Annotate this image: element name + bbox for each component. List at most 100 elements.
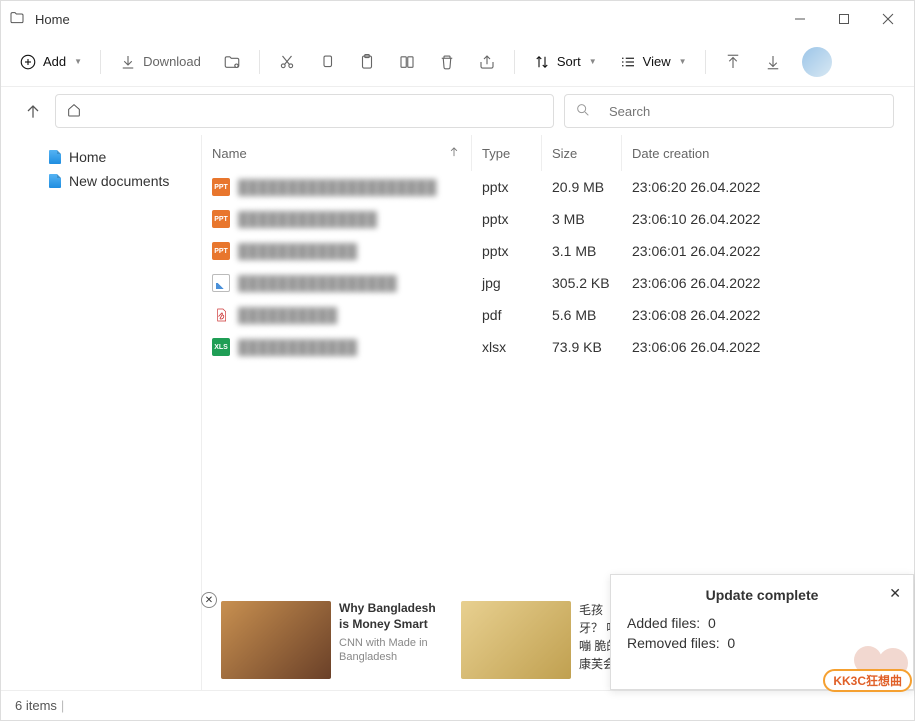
rename-button[interactable]	[390, 47, 424, 77]
file-size: 20.9 MB	[542, 179, 622, 195]
cut-button[interactable]	[270, 47, 304, 77]
sort-button[interactable]: Sort ▼	[525, 47, 605, 77]
search-icon	[575, 102, 591, 121]
ad-image	[221, 601, 331, 679]
file-type: jpg	[472, 275, 542, 291]
search-field[interactable]	[564, 94, 894, 128]
add-button[interactable]: Add ▼	[11, 47, 90, 77]
search-input[interactable]	[609, 104, 883, 119]
upload-toolbar-button[interactable]	[716, 47, 750, 77]
folder-icon	[9, 10, 25, 29]
chevron-down-icon: ▼	[679, 57, 687, 66]
col-header-size[interactable]: Size	[542, 135, 622, 171]
addressbar	[1, 87, 914, 135]
sidebar-item-label: Home	[69, 149, 106, 165]
separator	[705, 50, 706, 74]
col-header-type[interactable]: Type	[472, 135, 542, 171]
watermark: KK3C狂想曲	[852, 642, 912, 692]
file-type: xlsx	[472, 339, 542, 355]
add-label: Add	[43, 54, 66, 69]
file-type: pptx	[472, 179, 542, 195]
file-date: 23:06:06 26.04.2022	[622, 275, 782, 291]
sort-ascending-icon	[447, 145, 461, 162]
ad-item[interactable]: 毛孩 牙？ 嘎嘣 脆的 康芙会	[461, 601, 619, 679]
close-button[interactable]	[878, 9, 898, 29]
download-button[interactable]: Download	[111, 47, 209, 77]
notification-title: Update complete	[627, 587, 897, 603]
avatar[interactable]	[802, 47, 832, 77]
jpg-icon	[212, 274, 230, 292]
file-row[interactable]: ██████████ pdf5.6 MB23:06:08 26.04.2022	[202, 299, 914, 331]
added-files-line: Added files: 0	[627, 615, 897, 631]
paste-button[interactable]	[350, 47, 384, 77]
file-date: 23:06:08 26.04.2022	[622, 307, 782, 323]
file-date: 23:06:20 26.04.2022	[622, 179, 782, 195]
file-name: ████████████████████	[238, 179, 436, 195]
item-count: 6 items	[15, 698, 57, 713]
document-icon	[49, 174, 61, 188]
home-icon	[66, 102, 82, 121]
file-size: 73.9 KB	[542, 339, 622, 355]
close-icon[interactable]: ✕	[889, 585, 901, 602]
nav-up-button[interactable]	[21, 101, 45, 121]
download-label: Download	[143, 54, 201, 69]
maximize-button[interactable]	[834, 9, 854, 29]
ppt-icon: PPT	[212, 210, 230, 228]
sidebar-item-home[interactable]: Home	[49, 145, 201, 169]
sort-label: Sort	[557, 54, 581, 69]
xls-icon: XLS	[212, 338, 230, 356]
download-toolbar-button[interactable]	[756, 47, 790, 77]
file-date: 23:06:06 26.04.2022	[622, 339, 782, 355]
column-headers: Name Type Size Date creation	[202, 135, 914, 171]
separator	[514, 50, 515, 74]
ppt-icon: PPT	[212, 178, 230, 196]
separator	[100, 50, 101, 74]
copy-button[interactable]	[310, 47, 344, 77]
watermark-text: KK3C狂想曲	[823, 669, 912, 692]
new-folder-button[interactable]	[215, 47, 249, 77]
col-header-date[interactable]: Date creation	[622, 135, 782, 171]
file-type: pptx	[472, 211, 542, 227]
separator	[259, 50, 260, 74]
document-icon	[49, 150, 61, 164]
file-size: 5.6 MB	[542, 307, 622, 323]
file-row[interactable]: XLS ████████████ xlsx73.9 KB23:06:06 26.04…	[202, 331, 914, 363]
ad-title: Why Bangladesh is Money Smart	[339, 601, 436, 631]
window-title: Home	[35, 12, 70, 27]
ad-source: CNN with Made in Bangladesh	[339, 636, 449, 665]
file-name: ████████████	[238, 339, 357, 355]
file-name: ████████████	[238, 243, 357, 259]
sidebar: Home New documents	[1, 135, 201, 690]
file-row[interactable]: PPT ██████████████ pptx3 MB23:06:10 26.04.…	[202, 203, 914, 235]
file-size: 305.2 KB	[542, 275, 622, 291]
minimize-button[interactable]	[790, 9, 810, 29]
chevron-down-icon: ▼	[589, 57, 597, 66]
file-row[interactable]: PPT ████████████████████ pptx20.9 MB23:06:…	[202, 171, 914, 203]
file-date: 23:06:01 26.04.2022	[622, 243, 782, 259]
statusbar: 6 items |	[1, 690, 914, 720]
ppt-icon: PPT	[212, 242, 230, 260]
titlebar: Home	[1, 1, 914, 37]
sidebar-item-new-documents[interactable]: New documents	[49, 169, 201, 193]
ad-item[interactable]: Why Bangladesh is Money Smart CNN with M…	[221, 601, 449, 679]
file-date: 23:06:10 26.04.2022	[622, 211, 782, 227]
file-type: pdf	[472, 307, 542, 323]
file-name: ████████████████	[238, 275, 397, 291]
chevron-down-icon: ▼	[74, 57, 82, 66]
share-button[interactable]	[470, 47, 504, 77]
file-type: pptx	[472, 243, 542, 259]
ad-close-button[interactable]: ✕	[201, 592, 217, 608]
toolbar: Add ▼ Download Sort ▼ View ▼	[1, 37, 914, 87]
file-name: ██████████	[238, 307, 337, 323]
view-button[interactable]: View ▼	[611, 47, 695, 77]
file-row[interactable]: PPT████████████pptx3.1 MB23:06:01 26.04.…	[202, 235, 914, 267]
view-label: View	[643, 54, 671, 69]
file-row[interactable]: ████████████████ jpg305.2 KB23:06:06 26.0…	[202, 267, 914, 299]
path-field[interactable]	[55, 94, 554, 128]
delete-button[interactable]	[430, 47, 464, 77]
col-header-name[interactable]: Name	[202, 135, 472, 171]
ad-image	[461, 601, 571, 679]
file-name: ██████████████	[238, 211, 377, 227]
pdf-icon	[212, 306, 230, 324]
file-size: 3 MB	[542, 211, 622, 227]
